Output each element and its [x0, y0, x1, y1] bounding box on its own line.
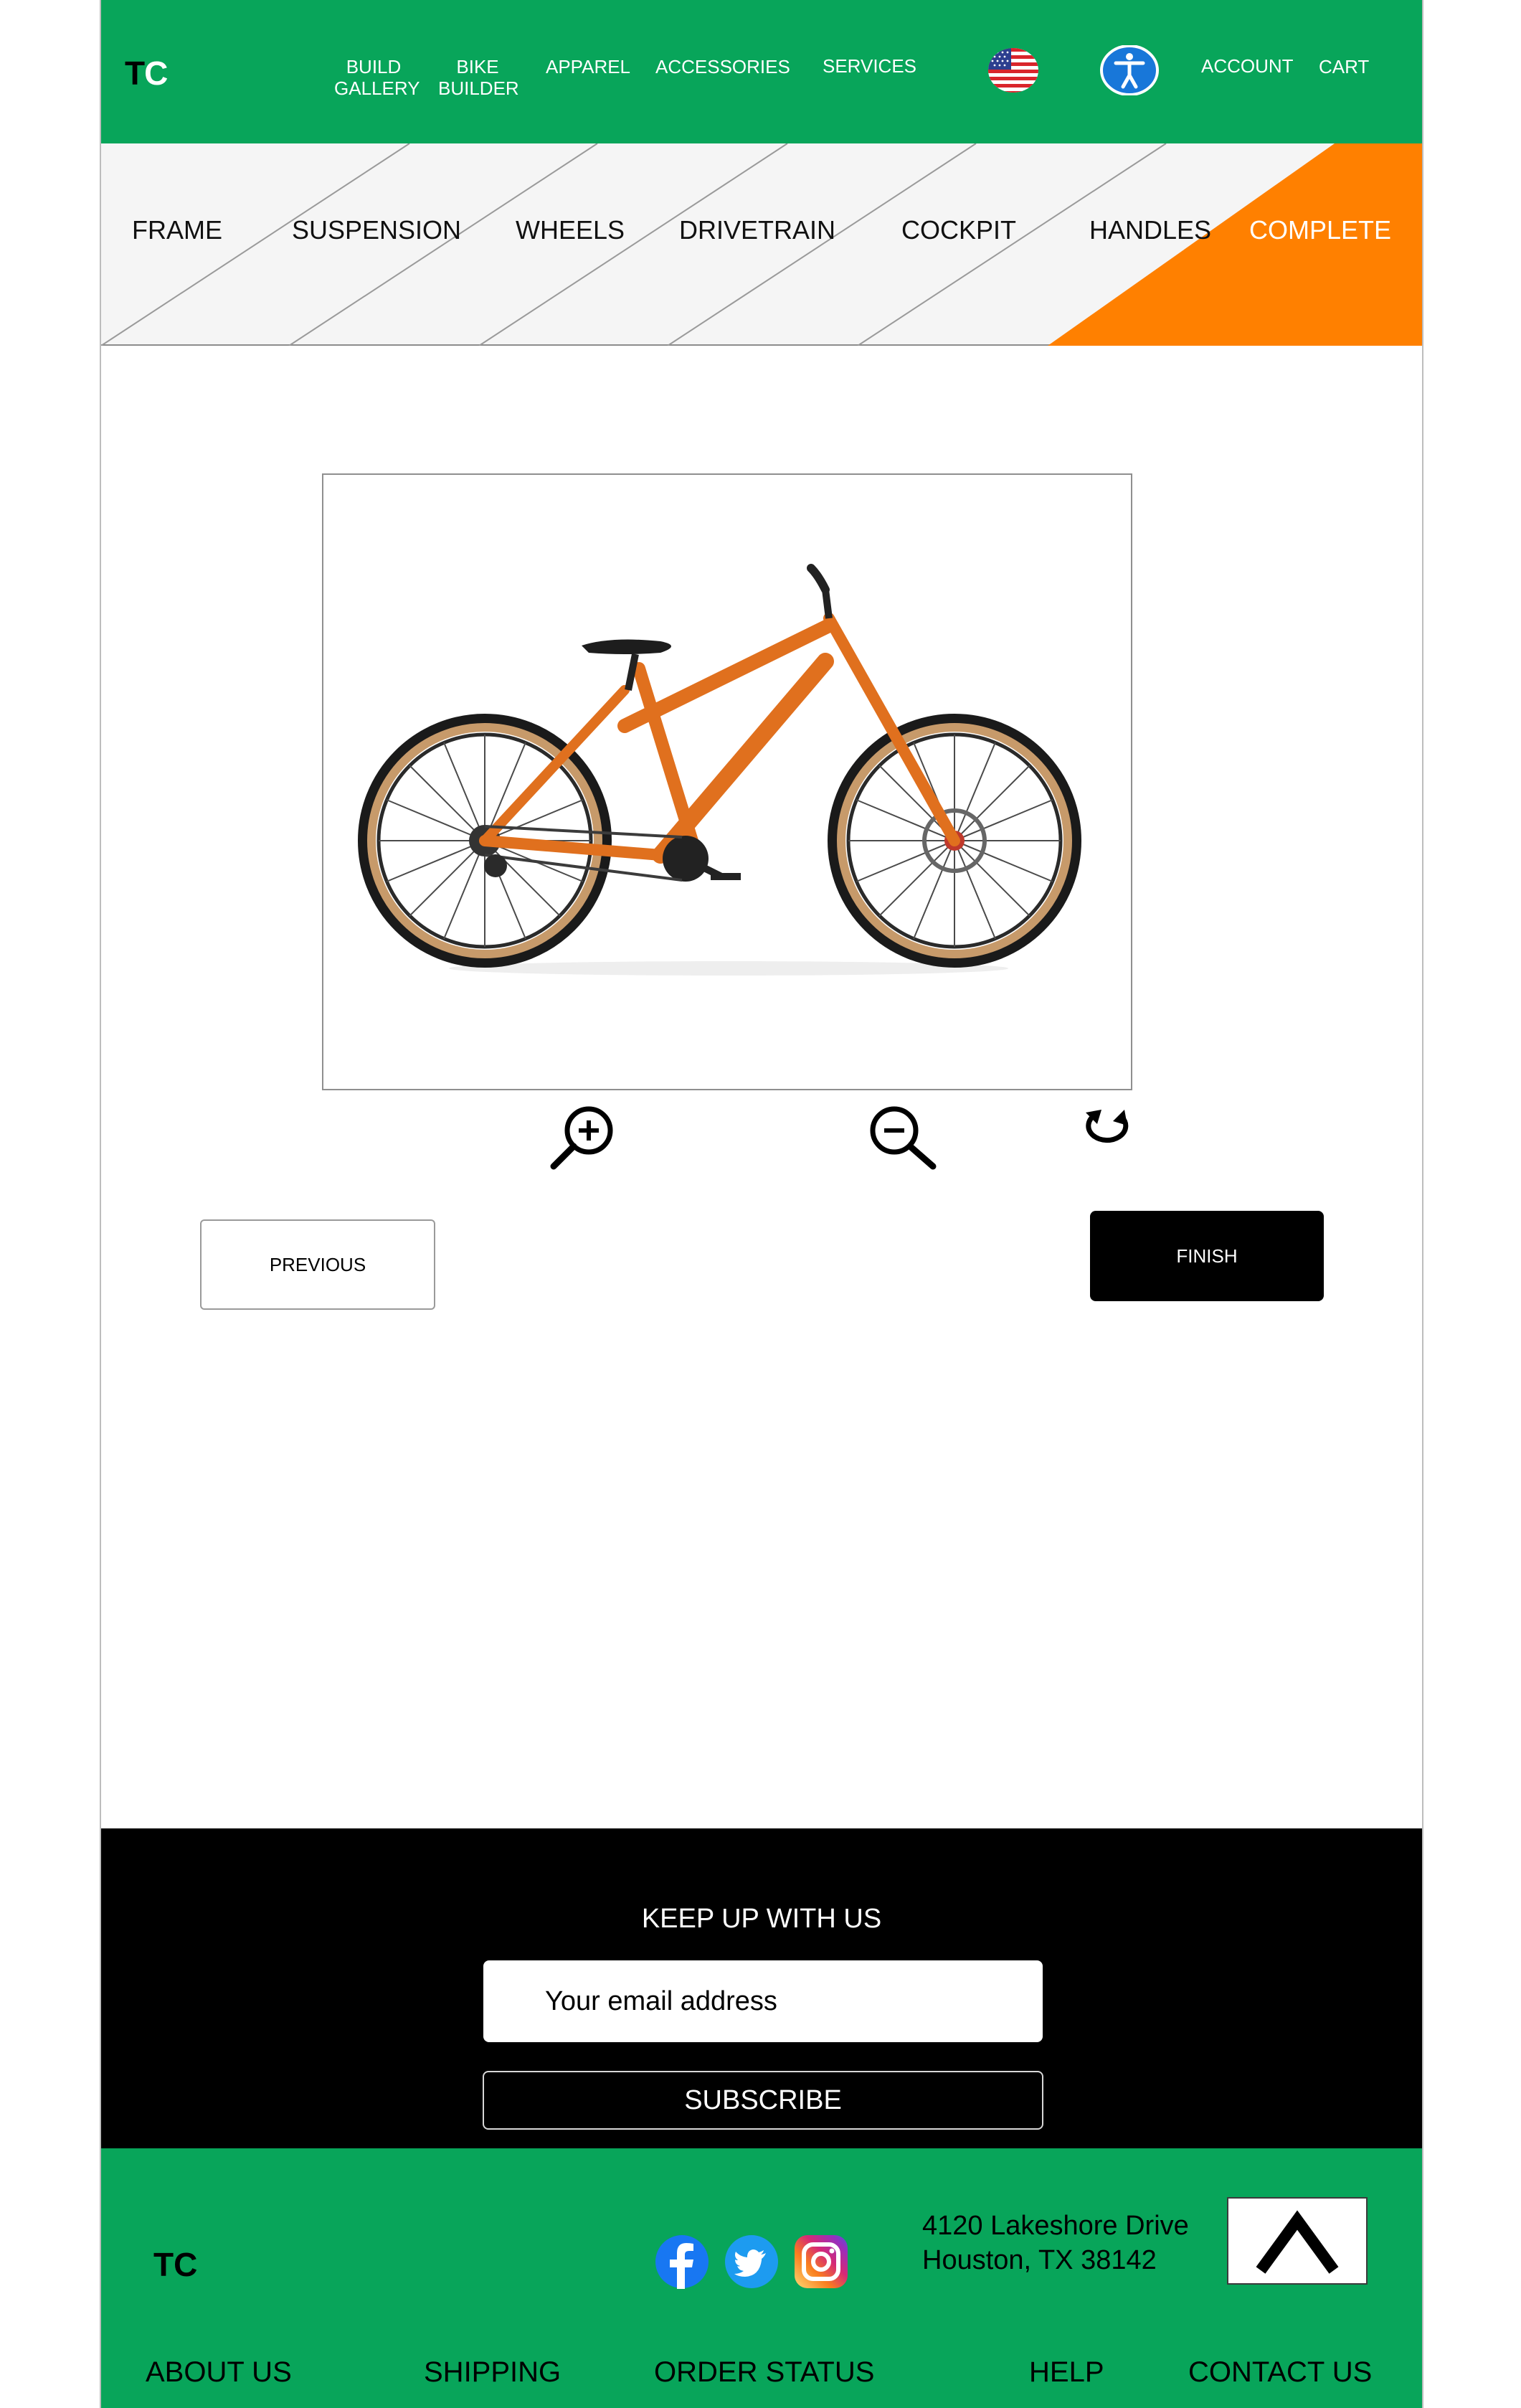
chevron-up-icon [1256, 2210, 1339, 2274]
subscribe-button[interactable]: SUBSCRIBE [483, 2071, 1043, 2130]
step-complete[interactable]: COMPLETE [1249, 215, 1391, 245]
instagram-icon[interactable] [794, 2234, 848, 2289]
nav-build-gallery[interactable]: BUILD GALLERY [334, 56, 420, 99]
orange-bike-image [358, 564, 1081, 976]
nav-services[interactable]: SERVICES [823, 55, 916, 77]
previous-button[interactable]: PREVIOUS [200, 1219, 435, 1310]
site-footer: TC 4120 Lakeshore Drive Houston, TX 3814… [101, 2148, 1422, 2408]
footer-link-contact[interactable]: CONTACT US [1188, 2356, 1372, 2389]
nav-account[interactable]: ACCOUNT [1201, 55, 1294, 77]
page-frame: TC BUILD GALLERY BIKE BUILDER APPAREL AC… [100, 0, 1423, 2408]
back-to-top-button[interactable] [1227, 2197, 1368, 2285]
step-handles[interactable]: HANDLES [1089, 215, 1211, 245]
nav-bike-builder[interactable]: BIKE BUILDER [438, 56, 519, 99]
facebook-icon[interactable] [655, 2234, 709, 2289]
step-cockpit[interactable]: COCKPIT [901, 215, 1016, 245]
footer-link-shipping[interactable]: SHIPPING [424, 2356, 561, 2389]
footer-link-help[interactable]: HELP [1029, 2356, 1104, 2389]
company-address: 4120 Lakeshore Drive Houston, TX 38142 [922, 2211, 1189, 2275]
us-flag-icon[interactable] [988, 48, 1038, 93]
nav-cart[interactable]: CART [1319, 56, 1369, 77]
footer-link-about[interactable]: ABOUT US [146, 2356, 292, 2389]
builder-steps-bar: FRAME SUSPENSION WHEELS DRIVETRAIN COCKP… [101, 143, 1422, 346]
step-drivetrain[interactable]: DRIVETRAIN [679, 215, 835, 245]
rotate-icon[interactable] [1080, 1107, 1132, 1153]
saddle [582, 639, 671, 654]
email-input[interactable] [483, 1960, 1043, 2042]
footer-logo[interactable]: TC [153, 2245, 197, 2284]
site-header: TC BUILD GALLERY BIKE BUILDER APPAREL AC… [101, 0, 1422, 143]
accessibility-icon[interactable] [1100, 44, 1159, 96]
handlebar [807, 564, 830, 594]
step-frame[interactable]: FRAME [132, 215, 222, 245]
step-suspension[interactable]: SUSPENSION [292, 215, 461, 245]
footer-link-order-status[interactable]: ORDER STATUS [654, 2356, 874, 2389]
twitter-icon[interactable] [724, 2234, 779, 2289]
zoom-out-icon[interactable] [868, 1105, 940, 1174]
step-wheels[interactable]: WHEELS [516, 215, 625, 245]
site-logo[interactable]: TC [125, 54, 168, 93]
newsletter-section: KEEP UP WITH US SUBSCRIBE [101, 1828, 1422, 2148]
nav-accessories[interactable]: ACCESSORIES [655, 56, 790, 77]
nav-apparel[interactable]: APPAREL [546, 56, 630, 77]
zoom-in-icon[interactable] [549, 1105, 615, 1174]
bike-preview-viewer [322, 473, 1132, 1090]
finish-button[interactable]: FINISH [1090, 1211, 1324, 1301]
newsletter-title: KEEP UP WITH US [641, 1904, 882, 1934]
